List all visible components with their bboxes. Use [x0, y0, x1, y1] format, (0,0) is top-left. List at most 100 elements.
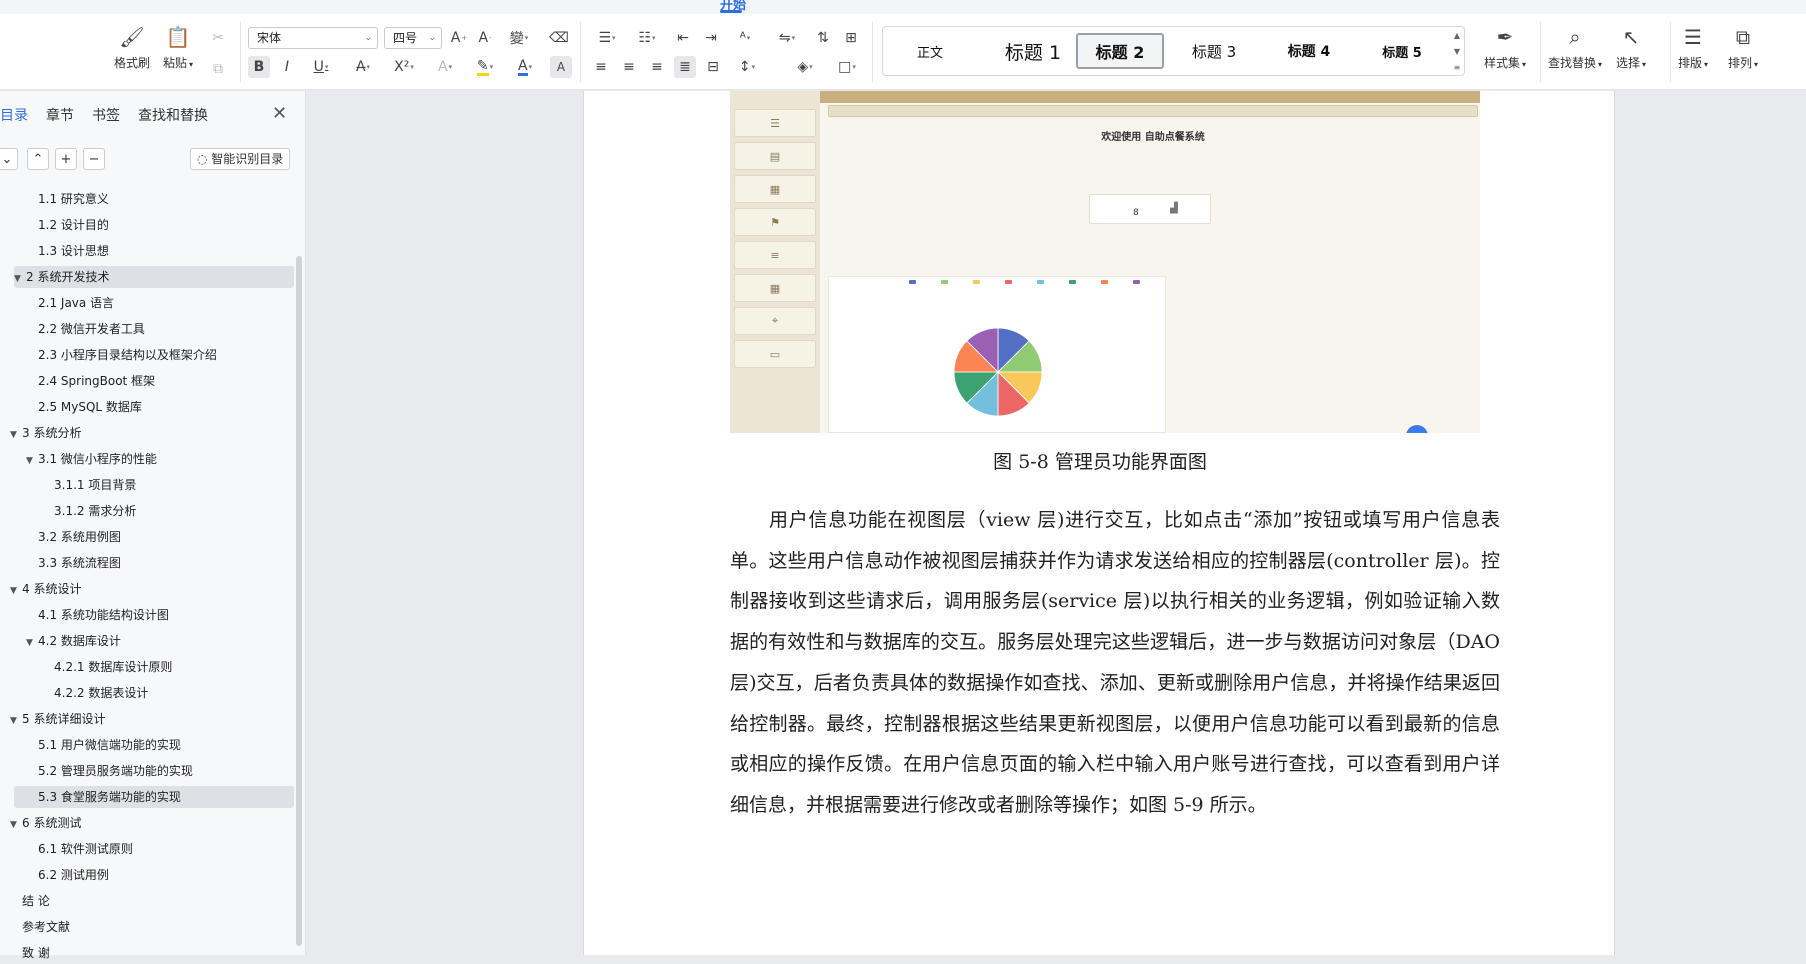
toc-item[interactable]: ▼ 5 系统详细设计 [0, 708, 290, 730]
toc-item[interactable]: 1.3 设计思想 [0, 240, 290, 262]
show-marks-icon[interactable]: ⊞ [840, 27, 862, 49]
style-set-button[interactable]: ✒ 样式集 ▾ [1484, 24, 1526, 71]
paste-button[interactable]: 📋 粘贴 ▾ [163, 24, 193, 71]
chevron-down-icon[interactable]: ▼ [1454, 47, 1460, 56]
sort-icon[interactable]: ⇅ [812, 27, 834, 49]
toc-item[interactable]: 参考文献 [0, 916, 290, 938]
font-name-select[interactable]: 宋体 ⌄ [248, 27, 378, 49]
decrease-indent-icon[interactable]: ⇤ [672, 27, 694, 49]
toc-item[interactable]: ▼ 3 系统分析 [0, 422, 290, 444]
align-right-icon[interactable]: ≡ [646, 56, 668, 78]
remove-heading-icon[interactable]: − [83, 148, 105, 170]
toc-item[interactable]: 3.1.1 项目背景 [0, 474, 290, 496]
cut-icon[interactable]: ✂ [207, 27, 229, 49]
toc-item[interactable]: ▼ 4.2 数据库设计 [0, 630, 290, 652]
body-paragraph[interactable]: 用户信息功能在视图层（view 层)进行交互，比如点击“添加”按钮或填写用户信息… [730, 500, 1500, 826]
toc-item[interactable]: 2.1 Java 语言 [0, 292, 290, 314]
add-heading-icon[interactable]: + [55, 148, 77, 170]
border-icon[interactable]: □ ▾ [830, 56, 864, 78]
toc-item[interactable]: 6.2 测试用例 [0, 864, 290, 886]
style-gallery-scroll[interactable]: ▲ ▼ ≡ [1450, 27, 1464, 75]
toc-item[interactable]: ▼ 6 系统测试 [0, 812, 290, 834]
more-styles-icon[interactable]: ≡ [1454, 63, 1461, 72]
toc-item[interactable]: 4.1 系统功能结构设计图 [0, 604, 290, 626]
toc-item[interactable]: ▼ 3.1 微信小程序的性能 [0, 448, 290, 470]
layout-button[interactable]: ☰ 排版 ▾ [1678, 24, 1708, 71]
toc-item[interactable]: 致 谢 [0, 942, 290, 964]
shrink-font-icon[interactable]: A- [474, 27, 496, 49]
find-replace-button[interactable]: ⌕ 查找替换 ▾ [1548, 24, 1602, 71]
toc-item[interactable]: 3.1.2 需求分析 [0, 500, 290, 522]
close-icon[interactable]: ✕ [272, 103, 287, 124]
toc-item[interactable]: 2.3 小程序目录结构以及框架介绍 [0, 344, 290, 366]
chevron-up-icon[interactable]: ▲ [1454, 31, 1460, 40]
font-size-select[interactable]: 四号 ⌄ [384, 27, 442, 49]
italic-icon[interactable]: I [276, 56, 298, 78]
select-button[interactable]: ↖ 选择 ▾ [1616, 24, 1646, 71]
text-effect-icon[interactable]: A ▾ [428, 56, 462, 78]
copy-icon[interactable]: ⧉ [207, 58, 229, 80]
document-page[interactable]: ☰ ▤ ▦ ⚑ ≡ ▦ ⌖ ▭ 欢迎使用 自助点餐系统 8 ▟ 图 5-8 管理… [583, 91, 1615, 955]
caret-down-icon[interactable]: ▼ [10, 710, 22, 732]
toc-item[interactable]: 3.2 系统用例图 [0, 526, 290, 548]
toc-item[interactable]: 1.1 研究意义 [0, 188, 290, 210]
style-heading-2[interactable]: 标题 2 [1076, 33, 1164, 69]
strikethrough-icon[interactable]: A̶ ▾ [346, 56, 380, 78]
toc-item[interactable]: 3.3 系统流程图 [0, 552, 290, 574]
text-direction-icon[interactable]: ᴬ ▾ [728, 27, 762, 49]
nav-tab-find-replace[interactable]: 查找和替换 [138, 105, 208, 125]
caret-down-icon[interactable]: ▼ [10, 580, 22, 602]
phonetic-icon[interactable]: 變 ▾ [502, 27, 536, 49]
toc-item[interactable]: 结 论 [0, 890, 290, 912]
highlight-icon[interactable]: ✎ ▾ [468, 56, 502, 78]
bold-icon[interactable]: B [248, 56, 270, 78]
nav-tab-bookmarks[interactable]: 书签 [92, 105, 120, 125]
numbered-list-icon[interactable]: ☷ ▾ [630, 27, 664, 49]
bullet-list-icon[interactable]: ☰ ▾ [590, 27, 624, 49]
style-heading-4[interactable]: 标题 4 [1263, 33, 1355, 69]
toc-item[interactable]: 4.2.2 数据表设计 [0, 682, 290, 704]
font-color-icon[interactable]: A ▾ [508, 56, 542, 78]
toc-item[interactable]: 5.2 管理员服务端功能的实现 [0, 760, 290, 782]
char-shading-icon[interactable]: A [550, 56, 572, 78]
grow-font-icon[interactable]: A + [448, 27, 470, 49]
style-heading-1[interactable]: 标题 1 [983, 33, 1083, 69]
caret-down-icon[interactable]: ▼ [26, 632, 38, 654]
caret-down-icon[interactable]: ▼ [26, 450, 38, 472]
format-painter-button[interactable]: 🖌 格式刷 [114, 24, 150, 71]
clear-format-icon[interactable]: ⌫ [548, 27, 570, 49]
toc-item[interactable]: ▼ 4 系统设计 [0, 578, 290, 600]
increase-indent-icon[interactable]: ⇥ [700, 27, 722, 49]
chevron-up-icon[interactable]: ⌃ [27, 148, 49, 170]
superscript-icon[interactable]: X² ▾ [386, 56, 422, 78]
caret-down-icon[interactable]: ▼ [10, 424, 22, 446]
toc-item[interactable]: ▼ 2 系统开发技术 [14, 266, 294, 288]
toc-item[interactable]: 6.1 软件测试原则 [0, 838, 290, 860]
caret-down-icon[interactable]: ▼ [14, 268, 26, 290]
style-heading-3[interactable]: 标题 3 [1171, 33, 1257, 69]
align-left-icon[interactable]: ≡ [590, 56, 612, 78]
style-normal[interactable]: 正文 [897, 33, 963, 69]
nav-scrollbar[interactable] [296, 256, 302, 946]
style-heading-5[interactable]: 标题 5 [1355, 33, 1449, 69]
caret-down-icon[interactable]: ▼ [10, 814, 22, 836]
toc-item[interactable]: 4.2.1 数据库设计原则 [0, 656, 290, 678]
shading-icon[interactable]: ◈ ▾ [788, 56, 822, 78]
sort-chinese-icon[interactable]: ⇋ ▾ [770, 27, 804, 49]
toc-item[interactable]: 2.5 MySQL 数据库 [0, 396, 290, 418]
chevron-down-icon[interactable]: ⌄ [0, 148, 18, 170]
toc-item[interactable]: 2.4 SpringBoot 框架 [0, 370, 290, 392]
smart-toc-button[interactable]: ◌ 智能识别目录 [190, 148, 291, 170]
nav-tab-chapters[interactable]: 章节 [46, 105, 74, 125]
underline-icon[interactable]: U ▾ [304, 56, 338, 78]
document-canvas[interactable]: ☰ ▤ ▦ ⚑ ≡ ▦ ⌖ ▭ 欢迎使用 自助点餐系统 8 ▟ 图 5-8 管理… [307, 91, 1806, 955]
toc-item[interactable]: 1.2 设计目的 [0, 214, 290, 236]
toc-item[interactable]: 5.1 用户微信端功能的实现 [0, 734, 290, 756]
line-spacing-icon[interactable]: ↕ ▾ [730, 56, 764, 78]
justify-icon[interactable]: ≣ [674, 56, 696, 78]
toc-item[interactable]: 2.2 微信开发者工具 [0, 318, 290, 340]
distributed-align-icon[interactable]: ⊟ [702, 56, 724, 78]
nav-tab-toc[interactable]: 目录 [0, 105, 28, 125]
toc-item[interactable]: 5.3 食堂服务端功能的实现 [14, 786, 294, 808]
arrange-button[interactable]: ⧉ 排列 ▾ [1728, 24, 1758, 71]
